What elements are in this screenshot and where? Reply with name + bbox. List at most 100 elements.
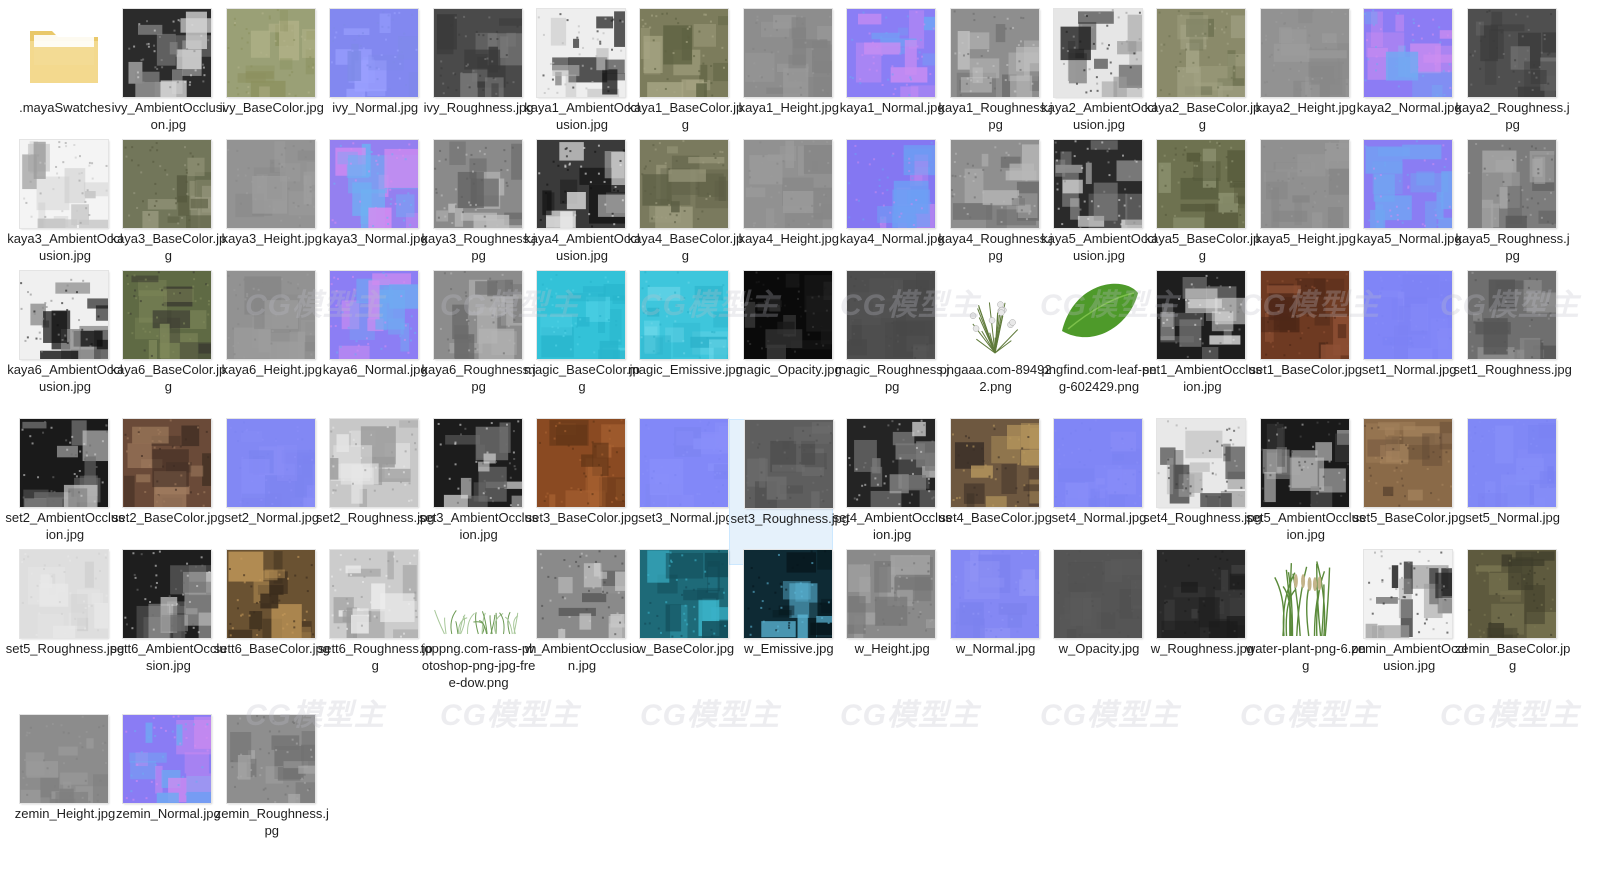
file-tile-magic-roughness-jpg[interactable]: magic_Roughness.jpg xyxy=(832,271,949,417)
watermark: CG模型主 xyxy=(1440,699,1580,732)
file-tile-w-emissive-jpg[interactable]: w_Emissive.jpg xyxy=(729,550,834,696)
file-tile-water-plant-png-6-png[interactable]: water-plant-png-6.png xyxy=(1246,550,1366,696)
file-tile-w-basecolor-jpg[interactable]: w_BaseColor.jpg xyxy=(625,550,734,696)
file-name-label: zemin_Height.jpg xyxy=(14,806,116,821)
file-tile-kaya5-basecolor-jpg[interactable]: kaya5_BaseColor.jpg xyxy=(1142,140,1260,286)
file-tile-kaya1-height-jpg[interactable]: kaya1_Height.jpg xyxy=(729,9,839,155)
file-tile-set2-normal-jpg[interactable]: set2_Normal.jpg xyxy=(212,419,319,565)
file-tile-set5-basecolor-jpg[interactable]: set5_BaseColor.jpg xyxy=(1349,419,1466,565)
file-tile-kaya2-normal-jpg[interactable]: kaya2_Normal.jpg xyxy=(1349,9,1462,155)
file-tile-magic-basecolor-jpg[interactable]: magic_BaseColor.jpg xyxy=(522,271,640,417)
file-tile-set1-ambientocclusion-jpg[interactable]: set1_AmbientOcclusion.jpg xyxy=(1142,271,1262,417)
file-tile-ivy-ambientocclusion-jpg[interactable]: ivy_AmbientOcclusion.jpg xyxy=(108,9,225,155)
file-tile-kaya1-ambientocclusion-jpg[interactable]: kaya1_AmbientOcclusion.jpg xyxy=(522,9,640,155)
file-tile-set4-basecolor-jpg[interactable]: set4_BaseColor.jpg xyxy=(936,419,1052,565)
file-tile-w-opacity-jpg[interactable]: w_Opacity.jpg xyxy=(1039,550,1143,696)
file-name-label: set4_Normal.jpg xyxy=(1051,510,1147,525)
file-tile-set5-roughness-jpg[interactable]: set5_Roughness.jpg xyxy=(5,550,124,696)
file-tile-zemin-normal-jpg[interactable]: zemin_Normal.jpg xyxy=(108,715,221,861)
file-tile-set2-ambientocclusion-jpg[interactable]: set2_AmbientOcclusion.jpg xyxy=(5,419,125,565)
file-tile-zemin-height-jpg[interactable]: zemin_Height.jpg xyxy=(5,715,115,861)
file-tile-kaya2-basecolor-jpg[interactable]: kaya2_BaseColor.jpg xyxy=(1142,9,1260,155)
file-tile-kaya4-basecolor-jpg[interactable]: kaya4_BaseColor.jpg xyxy=(625,140,743,286)
file-tile-set3-roughness-jpg[interactable]: set3_Roughness.jpg xyxy=(728,419,849,565)
file-tile-set1-normal-jpg[interactable]: set1_Normal.jpg xyxy=(1349,271,1457,417)
file-tile-kaya5-ambientocclusion-jpg[interactable]: kaya5_AmbientOcclusion.jpg xyxy=(1039,140,1157,286)
file-tile-w-normal-jpg[interactable]: w_Normal.jpg xyxy=(936,550,1040,696)
file-tile-kaya5-normal-jpg[interactable]: kaya5_Normal.jpg xyxy=(1349,140,1462,286)
image-thumbnail xyxy=(950,271,1039,359)
file-tile-set1-roughness-jpg[interactable]: set1_Roughness.jpg xyxy=(1453,271,1572,417)
file-tile-kaya1-normal-jpg[interactable]: kaya1_Normal.jpg xyxy=(832,9,945,155)
file-tile-toppng-com-rass-photoshop-png-jpg-free-dow-png[interactable]: toppng.com-rass-photoshop-png-jpg-free-d… xyxy=(419,550,536,696)
file-tile-set4-normal-jpg[interactable]: set4_Normal.jpg xyxy=(1039,419,1146,565)
file-tile-kaya6-ambientocclusion-jpg[interactable]: kaya6_AmbientOcclusion.jpg xyxy=(5,271,123,417)
image-thumbnail xyxy=(433,140,522,228)
file-tile-kaya6-normal-jpg[interactable]: kaya6_Normal.jpg xyxy=(315,271,428,417)
file-tile-zemin-roughness-jpg[interactable]: zemin_Roughness.jpg xyxy=(212,715,329,861)
image-thumbnail xyxy=(950,419,1039,507)
file-tile-kaya3-basecolor-jpg[interactable]: kaya3_BaseColor.jpg xyxy=(108,140,226,286)
file-tile-kaya6-height-jpg[interactable]: kaya6_Height.jpg xyxy=(212,271,322,417)
file-tile-mayaswatches[interactable]: .mayaSwatches xyxy=(5,9,111,155)
file-tile-sett6-roughness-jpg[interactable]: sett6_Roughness.jpg xyxy=(315,550,433,696)
file-tile-kaya5-roughness-jpg[interactable]: kaya5_Roughness.jpg xyxy=(1453,140,1570,286)
file-tile-sett6-ambientocclusion-jpg[interactable]: sett6_AmbientOcclusion.jpg xyxy=(108,550,227,696)
file-tile-ivy-normal-jpg[interactable]: ivy_Normal.jpg xyxy=(315,9,419,155)
file-tile-zemin-basecolor-jpg[interactable]: zemin_BaseColor.jpg xyxy=(1453,550,1570,696)
file-tile-kaya3-normal-jpg[interactable]: kaya3_Normal.jpg xyxy=(315,140,428,286)
file-tile-kaya5-height-jpg[interactable]: kaya5_Height.jpg xyxy=(1246,140,1356,286)
file-name-label: set1_AmbientOcclusion.jpg xyxy=(1142,362,1262,394)
file-name-label: set5_BaseColor.jpg xyxy=(1352,510,1466,525)
file-tile-set3-ambientocclusion-jpg[interactable]: set3_AmbientOcclusion.jpg xyxy=(419,419,538,565)
image-thumbnail xyxy=(537,9,625,97)
file-tile-set3-basecolor-jpg[interactable]: set3_BaseColor.jpg xyxy=(522,419,638,565)
file-tile-kaya3-ambientocclusion-jpg[interactable]: kaya3_AmbientOcclusion.jpg xyxy=(5,140,123,286)
file-tile-set4-ambientocclusion-jpg[interactable]: set4_AmbientOcclusion.jpg xyxy=(832,419,952,565)
image-thumbnail xyxy=(330,140,419,228)
file-name-label: kaya4_Height.jpg xyxy=(738,231,840,246)
file-tile-set5-ambientocclusion-jpg[interactable]: set5_AmbientOcclusion.jpg xyxy=(1246,419,1365,565)
file-tile-set2-basecolor-jpg[interactable]: set2_BaseColor.jpg xyxy=(108,419,225,565)
file-tile-kaya4-normal-jpg[interactable]: kaya4_Normal.jpg xyxy=(832,140,945,286)
file-tile-kaya3-height-jpg[interactable]: kaya3_Height.jpg xyxy=(212,140,322,286)
file-tile-kaya2-ambientocclusion-jpg[interactable]: kaya2_AmbientOcclusion.jpg xyxy=(1039,9,1157,155)
file-tile-kaya4-roughness-jpg[interactable]: kaya4_Roughness.jpg xyxy=(936,140,1053,286)
file-tile-set2-roughness-jpg[interactable]: set2_Roughness.jpg xyxy=(315,419,434,565)
file-name-label: set2_Normal.jpg xyxy=(224,510,320,525)
file-tile-set3-normal-jpg[interactable]: set3_Normal.jpg xyxy=(625,419,733,565)
file-tile-kaya2-height-jpg[interactable]: kaya2_Height.jpg xyxy=(1246,9,1356,155)
file-tile-ivy-basecolor-jpg[interactable]: ivy_BaseColor.jpg xyxy=(212,9,324,155)
file-tile-pngaaa-com-894922-png[interactable]: pngaaa.com-894922.png xyxy=(936,271,1052,417)
file-tile-ivy-roughness-jpg[interactable]: ivy_Roughness.jpg xyxy=(419,9,534,155)
file-tile-kaya1-basecolor-jpg[interactable]: kaya1_BaseColor.jpg xyxy=(625,9,743,155)
file-tile-set5-normal-jpg[interactable]: set5_Normal.jpg xyxy=(1453,419,1560,565)
file-tile-set4-roughness-jpg[interactable]: set4_Roughness.jpg xyxy=(1142,419,1262,565)
file-name-label: zemin_Normal.jpg xyxy=(116,806,221,821)
file-tile-kaya4-ambientocclusion-jpg[interactable]: kaya4_AmbientOcclusion.jpg xyxy=(522,140,640,286)
image-thumbnail xyxy=(537,271,625,359)
image-thumbnail xyxy=(1260,140,1349,228)
file-tile-magic-opacity-jpg[interactable]: magic_Opacity.jpg xyxy=(729,271,842,417)
file-tile-magic-emissive-jpg[interactable]: magic_Emissive.jpg xyxy=(625,271,743,417)
file-name-label: kaya6_BaseColor.jpg xyxy=(110,362,227,394)
file-tile-kaya4-height-jpg[interactable]: kaya4_Height.jpg xyxy=(729,140,839,286)
file-name-label: kaya3_AmbientOcclusion.jpg xyxy=(7,231,123,263)
file-tile-kaya6-roughness-jpg[interactable]: kaya6_Roughness.jpg xyxy=(419,271,536,417)
file-tile-w-ambientocclusion-jpg[interactable]: w_AmbientOcclusion.jpg xyxy=(522,550,639,696)
file-tile-w-height-jpg[interactable]: w_Height.jpg xyxy=(832,550,936,696)
file-tile-kaya6-basecolor-jpg[interactable]: kaya6_BaseColor.jpg xyxy=(108,271,226,417)
file-tile-kaya1-roughness-jpg[interactable]: kaya1_Roughness.jpg xyxy=(936,9,1053,155)
file-tile-kaya2-roughness-jpg[interactable]: kaya2_Roughness.jpg xyxy=(1453,9,1570,155)
file-tile-sett6-basecolor-jpg[interactable]: sett6_BaseColor.jpg xyxy=(212,550,330,696)
file-tile-set1-basecolor-jpg[interactable]: set1_BaseColor.jpg xyxy=(1246,271,1362,417)
file-tile-pngfind-com-leaf-png-602429-png[interactable]: pngfind.com-leaf-png-602429.png xyxy=(1039,271,1156,417)
file-name-label: .mayaSwatches xyxy=(19,100,111,115)
file-name-label: kaya1_BaseColor.jpg xyxy=(627,100,744,132)
file-tile-kaya3-roughness-jpg[interactable]: kaya3_Roughness.jpg xyxy=(419,140,536,286)
image-thumbnail xyxy=(1260,550,1349,638)
file-name-label: magic_Roughness.jpg xyxy=(835,362,950,394)
file-tile-w-roughness-jpg[interactable]: w_Roughness.jpg xyxy=(1142,550,1254,696)
image-thumbnail xyxy=(226,419,315,507)
file-tile-zemin-ambientocclusion-jpg[interactable]: zemin_AmbientOcclusion.jpg xyxy=(1349,550,1467,696)
